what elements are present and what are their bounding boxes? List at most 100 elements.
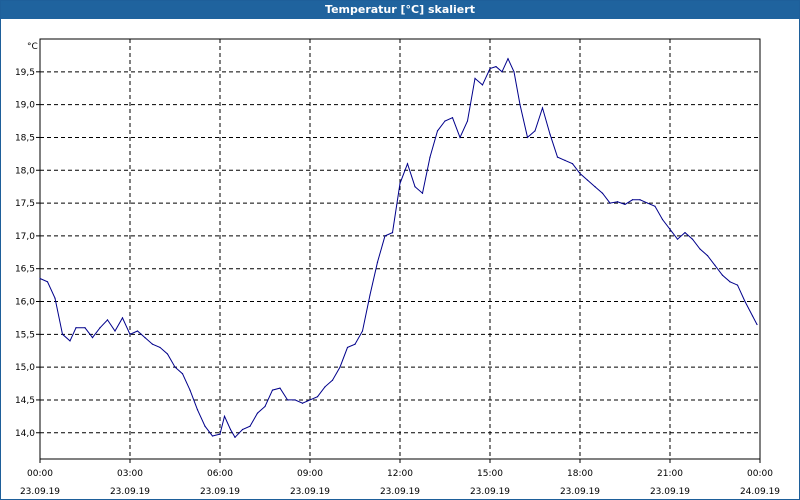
data-point <box>676 238 679 240</box>
chart-window: Temperatur [°C] skaliert 14,0 14,5 15,0 15,… <box>0 0 800 500</box>
data-point <box>324 386 326 388</box>
data-point <box>609 202 611 204</box>
y-tick-label: 14,0 <box>15 429 35 439</box>
x-tick-date-label: 24.09.19 <box>740 487 780 497</box>
data-point <box>706 254 709 257</box>
data-point <box>541 107 544 109</box>
data-point <box>316 396 319 398</box>
data-points <box>39 58 758 438</box>
data-point <box>361 330 364 332</box>
data-point <box>301 402 304 404</box>
temperature-series-line <box>39 57 758 439</box>
x-tick-time-label: 00:00 <box>747 469 773 479</box>
data-point <box>174 366 176 368</box>
y-tick-label: 15,5 <box>15 330 35 340</box>
x-tick-time-label: 15:00 <box>477 469 503 479</box>
x-tick-date-label: 23.09.19 <box>110 487 150 497</box>
data-point <box>451 117 454 119</box>
data-point <box>429 156 431 158</box>
data-point <box>571 163 574 165</box>
data-point <box>91 336 94 339</box>
data-point <box>294 399 296 401</box>
data-point <box>513 71 515 73</box>
data-point <box>519 104 521 106</box>
data-point <box>444 120 446 122</box>
y-tick-label: 14,5 <box>15 396 35 406</box>
data-point <box>579 172 581 175</box>
data-point <box>121 317 124 319</box>
data-point <box>594 186 596 188</box>
data-point <box>69 340 71 342</box>
data-point <box>114 330 116 332</box>
data-point <box>129 333 131 335</box>
data-point <box>249 425 251 427</box>
data-point <box>654 205 656 207</box>
data-point <box>489 67 491 70</box>
data-point <box>271 389 274 391</box>
data-point <box>699 248 701 250</box>
data-point <box>421 192 424 194</box>
data-point <box>369 294 371 296</box>
x-tick-time-label: 06:00 <box>207 469 233 479</box>
data-point <box>84 327 86 329</box>
data-point <box>219 433 221 435</box>
data-point <box>331 379 334 381</box>
data-point <box>751 315 754 317</box>
data-point <box>495 65 497 68</box>
data-point <box>229 428 232 431</box>
x-tick-date-label: 23.09.19 <box>20 487 60 497</box>
data-point <box>586 179 589 181</box>
data-point <box>256 412 259 414</box>
data-point <box>414 186 416 188</box>
y-tick-label: 17,0 <box>15 232 35 242</box>
data-point <box>166 353 169 355</box>
x-tick-time-label: 00:00 <box>27 469 53 479</box>
data-point <box>714 264 716 267</box>
y-axis-ticks: 14,0 14,5 15,0 15,5 16,0 16,5 17,0 17,5 18,0 18,5… <box>15 68 40 439</box>
data-point <box>181 373 184 375</box>
x-tick-time-label: 18:00 <box>567 469 593 479</box>
data-point <box>639 199 641 201</box>
data-point <box>189 389 191 391</box>
data-point <box>481 84 484 86</box>
data-point <box>616 201 619 203</box>
y-tick-label: 19,0 <box>15 101 35 111</box>
y-tick-label: 19,5 <box>15 68 35 78</box>
data-point <box>61 333 64 335</box>
data-point <box>151 343 154 345</box>
data-point <box>474 77 476 79</box>
data-point <box>99 327 101 329</box>
x-tick-date-label: 23.09.19 <box>560 487 600 497</box>
data-point <box>601 192 604 194</box>
data-point <box>744 300 746 303</box>
data-point <box>669 228 671 230</box>
y-tick-label: 16,5 <box>15 265 35 275</box>
data-point <box>106 319 109 321</box>
data-point <box>159 346 161 349</box>
y-tick-label: 15,0 <box>15 363 35 373</box>
data-point <box>556 156 559 158</box>
data-point <box>646 202 649 204</box>
data-point <box>729 281 731 283</box>
data-point <box>564 159 566 162</box>
data-point <box>211 435 214 437</box>
data-point <box>501 71 503 73</box>
data-point <box>691 238 694 240</box>
data-point <box>684 231 686 234</box>
data-point <box>631 199 634 201</box>
temperature-chart: 14,0 14,5 15,0 15,5 16,0 16,5 17,0 17,5 18,0 18,5… <box>15 38 780 497</box>
data-point <box>39 277 41 280</box>
data-point <box>526 136 529 139</box>
data-point <box>507 58 509 60</box>
y-tick-label: 18,0 <box>15 166 35 176</box>
data-point <box>391 231 394 234</box>
data-point <box>459 136 461 139</box>
data-point <box>384 235 386 237</box>
grid-lines <box>40 39 760 459</box>
data-point <box>346 346 349 349</box>
data-point <box>756 323 758 326</box>
data-point <box>534 130 536 132</box>
data-point <box>406 163 409 165</box>
x-tick-time-label: 12:00 <box>387 469 413 479</box>
x-tick-date-label: 23.09.19 <box>650 487 690 497</box>
